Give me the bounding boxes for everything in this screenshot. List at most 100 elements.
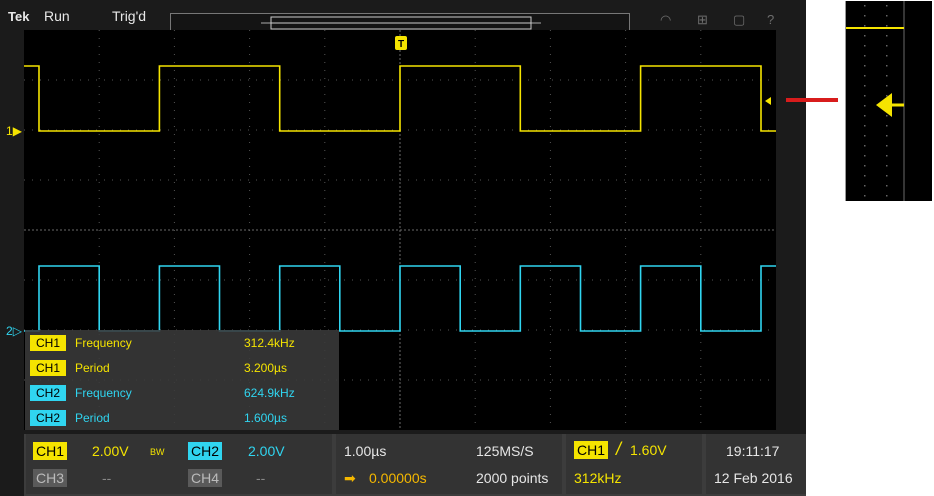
grid-dot bbox=[700, 110, 702, 111]
save-icon[interactable]: ▢ bbox=[733, 12, 745, 28]
record-length-view[interactable] bbox=[170, 13, 630, 31]
grid-dot bbox=[456, 179, 457, 181]
grid-dot bbox=[549, 206, 551, 207]
horizontal-position[interactable]: 0.00000s bbox=[369, 470, 427, 486]
trigger-source-badge[interactable]: CH1 bbox=[574, 441, 609, 459]
grid-dot bbox=[672, 279, 673, 281]
grid-dot bbox=[625, 118, 627, 119]
grid-dot bbox=[336, 279, 337, 281]
trigger-settings-section[interactable]: CH1 / 1.60V 312kHz bbox=[566, 434, 702, 494]
measurement-row[interactable]: CH1 Period 3.200µs bbox=[30, 359, 330, 377]
grid-dot bbox=[96, 279, 97, 281]
grid-dot bbox=[712, 379, 713, 381]
grid-dot bbox=[664, 279, 665, 281]
ch1-button[interactable]: CH1 bbox=[33, 442, 68, 460]
grid-dot bbox=[656, 279, 657, 281]
horizontal-settings-section[interactable]: 1.00µs 125MS/S ➡ 0.00000s 2000 points bbox=[336, 434, 562, 494]
grid-dot bbox=[549, 358, 551, 359]
grid-dot bbox=[592, 379, 593, 381]
grid-dot bbox=[324, 86, 326, 87]
grid-dot bbox=[128, 179, 129, 181]
grid-dot bbox=[549, 150, 551, 151]
ch4-button[interactable]: CH4 bbox=[188, 469, 223, 487]
grid-dot bbox=[232, 129, 233, 131]
grid-dot bbox=[549, 350, 551, 351]
grid-dot bbox=[98, 238, 100, 239]
grid-dot bbox=[360, 279, 361, 281]
grid-dot bbox=[249, 222, 251, 223]
grid-dot bbox=[552, 79, 553, 81]
grid-dot bbox=[360, 379, 361, 381]
ch2-scale[interactable]: 2.00V bbox=[248, 443, 285, 459]
trigger-status: Trig'd bbox=[112, 8, 147, 24]
grid-dot bbox=[98, 118, 100, 119]
grid-dot bbox=[744, 179, 745, 181]
help-icon[interactable]: ? bbox=[767, 12, 774, 27]
grid-dot bbox=[249, 126, 251, 127]
grid-dot bbox=[520, 179, 521, 181]
trigger-level-marker[interactable] bbox=[765, 97, 771, 105]
grid-dot bbox=[288, 179, 289, 181]
grid-dot bbox=[32, 179, 33, 181]
grid-dot bbox=[324, 310, 326, 311]
grid-dot bbox=[728, 179, 729, 181]
grid-dot bbox=[173, 126, 175, 127]
timebase-scale[interactable]: 1.00µs bbox=[344, 443, 386, 459]
grid-dot bbox=[98, 126, 100, 127]
grid-dot bbox=[249, 134, 251, 135]
grid-dot bbox=[549, 262, 551, 263]
grid-dot bbox=[392, 179, 393, 181]
grid-dot bbox=[432, 79, 433, 81]
trigger-position-marker[interactable]: T bbox=[395, 36, 407, 50]
grid-dot bbox=[136, 179, 137, 181]
measurement-results-panel[interactable]: CH1 Frequency 312.4kHz CH1 Period 3.200µ… bbox=[25, 330, 339, 430]
grid-dot bbox=[625, 318, 627, 319]
grid-dot bbox=[173, 54, 175, 55]
grid-dot bbox=[549, 222, 551, 223]
trigger-level-arrow-icon bbox=[765, 97, 771, 105]
grid-dot bbox=[696, 279, 697, 281]
grid-dot bbox=[376, 79, 377, 81]
grid-dot bbox=[80, 179, 81, 181]
grid-dot bbox=[368, 179, 369, 181]
grid-dot bbox=[549, 302, 551, 303]
grid-dot bbox=[248, 279, 249, 281]
grid-dot bbox=[625, 302, 627, 303]
grid-dot bbox=[173, 134, 175, 135]
measurement-row[interactable]: CH1 Frequency 312.4kHz bbox=[30, 334, 330, 352]
grid-dot bbox=[176, 79, 177, 81]
grid-dot bbox=[272, 279, 273, 281]
grid-dot bbox=[568, 279, 569, 281]
grid-dot bbox=[625, 254, 627, 255]
grid-dot bbox=[549, 246, 551, 247]
ch1-offset-marker[interactable]: 1▶ bbox=[6, 124, 22, 138]
grid-dot bbox=[700, 390, 702, 391]
grid-dot bbox=[625, 294, 627, 295]
grid-dot bbox=[249, 46, 251, 47]
ch2-button[interactable]: CH2 bbox=[188, 442, 223, 460]
record-length[interactable]: 2000 points bbox=[476, 470, 548, 486]
grid-dot bbox=[98, 158, 100, 159]
ch2-offset-marker[interactable]: 2▷ bbox=[6, 324, 22, 338]
trigger-level[interactable]: 1.60V bbox=[630, 442, 667, 458]
grid-dot bbox=[474, 70, 476, 71]
grid-dot bbox=[480, 279, 481, 281]
grid-dot bbox=[474, 30, 476, 31]
run-status[interactable]: Run bbox=[44, 8, 70, 24]
grid-dot bbox=[480, 379, 481, 381]
network-icon[interactable]: ⊞ bbox=[697, 12, 708, 28]
measurement-channel-badge: CH1 bbox=[30, 335, 66, 351]
grid-dot bbox=[536, 79, 537, 81]
inset-grid-dot bbox=[864, 125, 866, 127]
grid-dot bbox=[296, 179, 297, 181]
grid-dot bbox=[625, 158, 627, 159]
ch3-button[interactable]: CH3 bbox=[33, 469, 68, 487]
grid-dot bbox=[432, 329, 433, 331]
measurement-row[interactable]: CH2 Period 1.600µs bbox=[30, 409, 330, 427]
wifi-icon[interactable]: ◠ bbox=[660, 12, 671, 28]
measurement-row[interactable]: CH2 Frequency 624.9kHz bbox=[30, 384, 330, 402]
grid-dot bbox=[528, 79, 529, 81]
ch1-scale[interactable]: 2.00V bbox=[92, 443, 129, 459]
grid-dot bbox=[549, 214, 551, 215]
grid-dot bbox=[625, 174, 627, 175]
